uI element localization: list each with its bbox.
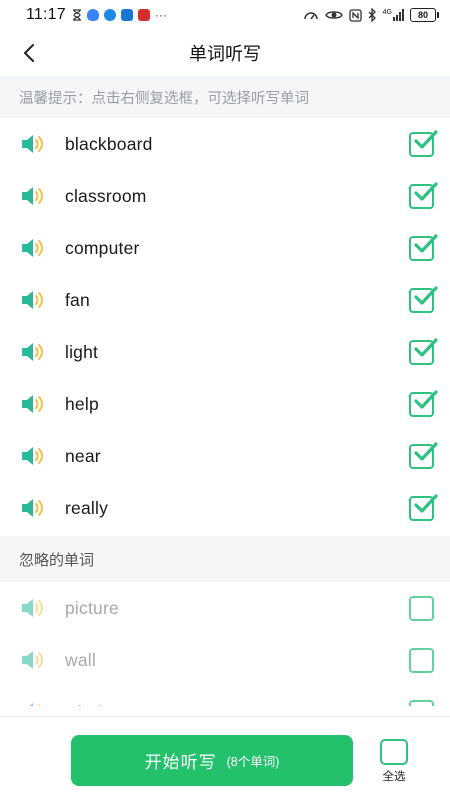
word-checkbox-checked[interactable] [409,234,438,261]
ignored-section-title: 忽略的单词 [19,551,95,569]
word-checkbox-checked[interactable] [409,442,438,469]
word-checkbox-unchecked[interactable] [409,700,434,706]
speaker-icon[interactable] [20,392,46,416]
signal-icon: 4G [383,9,404,21]
checkmark-icon [414,130,438,149]
word-text: wall [65,649,96,670]
speaker-icon[interactable] [20,496,46,520]
word-row[interactable]: window [0,686,450,706]
speaker-icon[interactable] [20,288,46,312]
network-type-label: 4G [382,9,392,16]
word-row[interactable]: near [0,430,450,482]
word-text: near [65,445,101,466]
eye-icon [324,11,343,19]
status-left: 11:17 ··· [26,6,167,24]
checkmark-icon [414,182,438,201]
checkmark-icon [414,390,438,409]
word-text: picture [65,597,119,618]
shield-app-icon [86,9,99,21]
status-bar: 11:17 ··· 4G 80 [0,0,450,30]
checkmark-icon [414,234,438,253]
speaker-icon[interactable] [20,184,46,208]
page-title: 单词听写 [189,44,261,64]
selected-word-list: blackboard classroom computer fan light help n… [0,118,450,534]
word-row[interactable]: really [0,482,450,534]
nav-bar: 单词听写 [0,30,450,76]
select-all-toggle[interactable]: 全选 [378,739,410,784]
status-right: 4G 80 [303,8,439,22]
checkmark-icon [414,338,438,357]
browser-app-icon [103,9,116,21]
back-button[interactable] [12,36,46,70]
nfc-icon [349,8,362,22]
speaker-icon[interactable] [20,700,46,706]
word-text: computer [65,237,140,258]
start-dictation-button[interactable]: 开始听写 (8个单词) [71,735,353,786]
word-row[interactable]: computer [0,222,450,274]
search-app-icon [120,9,133,21]
checkmark-icon [414,494,438,513]
word-text: blackboard [65,133,153,154]
word-checkbox-unchecked[interactable] [409,648,434,673]
checkmark-icon [414,286,438,305]
speaker-icon[interactable] [20,648,46,672]
selected-word-count: (8个单词) [226,755,280,769]
word-row[interactable]: light [0,326,450,378]
speaker-icon[interactable] [20,596,46,620]
hourglass-icon [72,9,81,21]
word-row[interactable]: blackboard [0,118,450,170]
word-text: fan [65,289,90,310]
tip-text: 温馨提示：点击右侧复选框，可选择听写单词 [19,90,309,107]
speedometer-icon [303,12,318,20]
word-text: classroom [65,185,147,206]
select-all-checkbox[interactable] [380,739,408,765]
battery-level: 80 [417,10,428,20]
word-text: window [65,702,125,707]
start-button-label: 开始听写 [144,753,217,772]
bluetooth-icon [368,8,376,22]
word-checkbox-checked[interactable] [409,182,438,209]
word-row[interactable]: picture [0,582,450,634]
more-notifications-icon: ··· [154,8,167,22]
checkmark-icon [414,442,438,461]
word-checkbox-checked[interactable] [409,390,438,417]
speaker-icon[interactable] [20,132,46,156]
word-row[interactable]: classroom [0,170,450,222]
word-checkbox-checked[interactable] [409,130,438,157]
status-time: 11:17 [26,6,66,23]
speaker-icon[interactable] [20,444,46,468]
chevron-left-icon [24,44,34,62]
news-app-icon [137,9,150,21]
word-checkbox-checked[interactable] [409,494,438,521]
battery-indicator: 80 [410,8,439,22]
tip-banner: 温馨提示：点击右侧复选框，可选择听写单词 [0,76,450,118]
speaker-icon[interactable] [20,340,46,364]
word-row[interactable]: help [0,378,450,430]
word-row[interactable]: fan [0,274,450,326]
word-text: light [65,341,99,362]
bottom-action-bar: 开始听写 (8个单词) 全选 [0,716,450,800]
word-checkbox-checked[interactable] [409,286,438,313]
speaker-icon[interactable] [20,236,46,260]
word-text: really [65,497,109,518]
word-row[interactable]: wall [0,634,450,686]
ignored-section-header: 忽略的单词 [0,536,450,582]
word-checkbox-unchecked[interactable] [409,596,434,621]
notification-icons: ··· [72,8,167,22]
ignored-word-list: picture wall window [0,582,450,706]
select-all-label: 全选 [382,771,406,783]
word-checkbox-checked[interactable] [409,338,438,365]
word-text: help [65,393,99,414]
